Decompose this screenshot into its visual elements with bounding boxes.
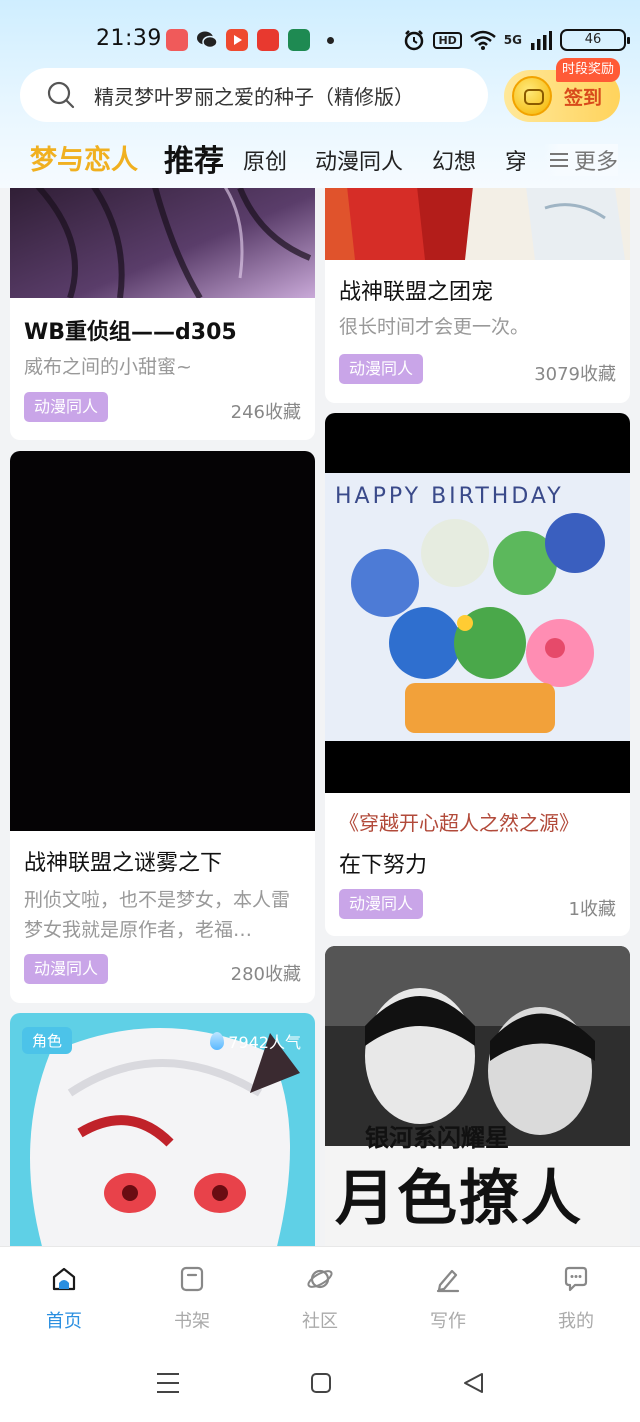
- wechat-icon: [196, 29, 218, 51]
- cover-overlay-title: 月色撩人: [335, 1164, 583, 1234]
- home-system-icon[interactable]: [310, 1372, 332, 1394]
- nav-community-label: 社区: [302, 1311, 338, 1332]
- favorite-count: 3079收藏: [534, 364, 616, 385]
- category-tag: 动漫同人: [339, 889, 424, 919]
- status-time: 21:39: [96, 26, 162, 51]
- signal-icon: [531, 31, 552, 50]
- popularity-indicator: 7942人气: [210, 1029, 301, 1053]
- card-quote: 《穿越开心超人之然之源》: [339, 811, 579, 835]
- favorite-count: 246收藏: [230, 402, 301, 423]
- cover-image: [10, 188, 315, 298]
- reward-badge: 时段奖励: [556, 58, 621, 82]
- search-icon: [47, 81, 75, 109]
- search-bar[interactable]: 精灵梦叶罗丽之爱的种子（精修版）: [20, 68, 488, 122]
- status-bar: 21:39 HD 5G 46: [0, 0, 640, 62]
- role-badge: 角色: [22, 1027, 73, 1054]
- nav-community[interactable]: 社区: [280, 1265, 360, 1333]
- cover-image: [10, 451, 315, 831]
- story-card[interactable]: 银河系闪耀星 月色撩人: [325, 946, 630, 1246]
- nav-profile-label: 我的: [558, 1311, 594, 1332]
- story-card[interactable]: 战神联盟之团宠 很长时间才会更一次。 动漫同人 3079收藏: [325, 188, 630, 403]
- card-description: 很长时间才会更一次。: [339, 316, 530, 338]
- favorite-count: 280收藏: [230, 964, 301, 985]
- story-card[interactable]: WB重侦组——d305 威布之间的小甜蜜~ 动漫同人 246收藏: [10, 188, 315, 440]
- wifi-icon: [469, 30, 496, 50]
- card-title: WB重侦组——d305: [24, 320, 237, 345]
- signin-label: 签到: [564, 87, 603, 109]
- nav-home-label: 首页: [46, 1311, 82, 1332]
- home-icon: [52, 1267, 76, 1291]
- search-placeholder: 精灵梦叶罗丽之爱的种子（精修版）: [94, 84, 414, 109]
- nav-write-label: 写作: [430, 1311, 466, 1332]
- tab-fantasy[interactable]: 幻想: [432, 144, 476, 176]
- nav-bookshelf[interactable]: 书架: [152, 1265, 232, 1333]
- card-title: 在下努力: [339, 853, 428, 878]
- system-indicators: HD 5G 46: [403, 26, 630, 54]
- oppo-app-icon: [288, 29, 310, 51]
- content-feed[interactable]: WB重侦组——d305 威布之间的小甜蜜~ 动漫同人 246收藏 战神联盟之团宠…: [0, 188, 640, 1246]
- alarm-icon: [405, 30, 424, 51]
- more-notifications-dot: [327, 37, 334, 44]
- hd-badge: HD: [433, 31, 462, 49]
- cover-image: HAPPY BIRTHDAY: [325, 413, 630, 793]
- bookshelf-icon: [180, 1266, 204, 1292]
- network-type: 5G: [503, 33, 522, 47]
- chat-bubble-icon: [564, 1266, 588, 1292]
- back-icon[interactable]: [462, 1372, 484, 1394]
- category-tag: 动漫同人: [24, 954, 109, 984]
- app-notification-icon: [166, 29, 188, 51]
- story-card[interactable]: 战神联盟之谜雾之下 刑侦文啦，也不是梦女，本人雷梦女我就是原作者，老福… 动漫同…: [10, 451, 315, 1003]
- menu-icon: [550, 153, 568, 167]
- category-tag: 动漫同人: [339, 354, 424, 384]
- tab-time-travel[interactable]: 穿: [505, 144, 525, 176]
- planet-icon: [307, 1269, 333, 1289]
- more-tabs-button[interactable]: 更多: [544, 144, 619, 176]
- nav-profile[interactable]: 我的: [536, 1265, 616, 1333]
- cover-text: HAPPY BIRTHDAY: [335, 484, 564, 509]
- story-card[interactable]: HAPPY BIRTHDAY 《穿越开心超人之然之源》 在下努力 动漫同人 1收…: [325, 413, 630, 936]
- tab-recommend[interactable]: 推荐: [164, 136, 224, 180]
- card-title: 战神联盟之谜雾之下: [24, 851, 223, 876]
- more-label: 更多: [574, 150, 619, 175]
- popularity-count: 7942人气: [228, 1033, 301, 1052]
- favorite-count: 1收藏: [568, 899, 616, 920]
- news-app-icon: [257, 29, 279, 51]
- coin-chat-icon: [512, 76, 552, 116]
- pen-icon: [436, 1269, 460, 1293]
- recent-apps-icon[interactable]: [156, 1372, 180, 1394]
- card-title: 战神联盟之团宠: [339, 280, 494, 305]
- card-description: 威布之间的小甜蜜~: [24, 356, 192, 378]
- cover-overlay-subtitle: 银河系闪耀星: [365, 1123, 509, 1152]
- battery-indicator: 46: [560, 29, 630, 51]
- nav-home[interactable]: 首页: [24, 1265, 104, 1333]
- tab-original[interactable]: 原创: [243, 144, 287, 176]
- header: 21:39 HD 5G 46 精灵梦叶罗丽之爱的种子（精修版） 签到 时段奖励 …: [0, 0, 640, 188]
- nav-bookshelf-label: 书架: [174, 1311, 210, 1332]
- card-description: 刑侦文啦，也不是梦女，本人雷梦女我就是原作者，老福…: [24, 889, 291, 941]
- video-app-icon: [226, 29, 248, 51]
- character-card[interactable]: 角色 7942人气: [10, 1013, 315, 1246]
- category-tag: 动漫同人: [24, 392, 109, 422]
- cover-image: [325, 188, 630, 260]
- bottom-nav: 首页 书架 社区 写作 我的: [0, 1246, 640, 1346]
- system-nav-bar: [0, 1346, 640, 1422]
- nav-write[interactable]: 写作: [408, 1265, 488, 1333]
- tab-anime-fanfic[interactable]: 动漫同人: [315, 144, 403, 176]
- tab-brand[interactable]: 梦与恋人: [30, 138, 138, 177]
- flame-icon: [210, 1032, 225, 1050]
